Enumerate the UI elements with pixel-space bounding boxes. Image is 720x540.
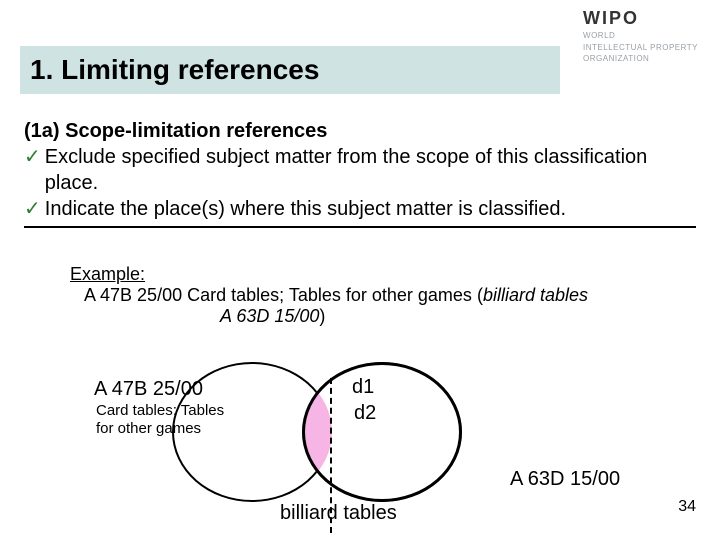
venn-bottom-label: billiard tables — [280, 502, 397, 525]
title-bar: 1. Limiting references — [20, 46, 560, 94]
check-icon: ✓ — [24, 196, 41, 222]
example-block: Example: A 47B 25/00 Card tables; Tables… — [70, 264, 670, 327]
bullet-1: ✓ Exclude specified subject matter from … — [24, 144, 696, 196]
section-heading: (1a) Scope-limitation references — [24, 118, 696, 144]
bullet-1-text: Exclude specified subject matter from th… — [45, 144, 696, 196]
venn-left-code: A 47B 25/00 — [94, 378, 203, 401]
venn-right-code: A 63D 15/00 — [510, 468, 620, 491]
bullet-2-text: Indicate the place(s) where this subject… — [45, 196, 566, 222]
paren-close: ) — [319, 306, 325, 326]
venn-d2: d2 — [354, 402, 376, 425]
logo-sub-3: ORGANIZATION — [583, 54, 698, 64]
example-label: Example: — [70, 264, 145, 284]
divider — [24, 226, 696, 228]
wipo-logo: WIPO WORLD INTELLECTUAL PROPERTY ORGANIZ… — [583, 8, 698, 64]
example-desc-1: Card tables; Tables for other games — [187, 285, 472, 305]
logo-sub-2: INTELLECTUAL PROPERTY — [583, 43, 698, 53]
bullet-2: ✓ Indicate the place(s) where this subje… — [24, 196, 696, 222]
example-line-1: A 47B 25/00 Card tables; Tables for othe… — [70, 285, 670, 306]
slide: WIPO WORLD INTELLECTUAL PROPERTY ORGANIZ… — [0, 0, 720, 540]
venn-d1: d1 — [352, 376, 374, 399]
body-text: (1a) Scope-limitation references ✓ Exclu… — [24, 118, 696, 228]
logo-name: WIPO — [583, 8, 698, 29]
example-code-1: A 47B 25/00 — [84, 285, 182, 305]
example-italic-1: billiard tables — [483, 285, 588, 305]
venn-right-outline — [302, 362, 462, 502]
slide-title: 1. Limiting references — [30, 54, 319, 86]
example-italic-2: A 63D 15/00 — [220, 306, 319, 326]
venn-left-sub: Card tables; Tables for other games — [96, 402, 236, 438]
example-line-2: A 63D 15/00) — [70, 306, 670, 327]
page-number: 34 — [678, 498, 696, 516]
check-icon: ✓ — [24, 144, 41, 170]
logo-sub-1: WORLD — [583, 31, 698, 41]
